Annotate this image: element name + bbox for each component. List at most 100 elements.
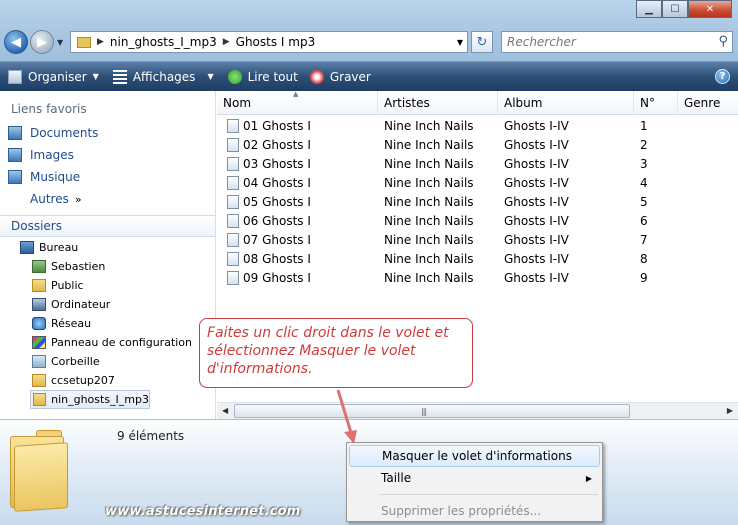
file-row[interactable]: 07 Ghosts I Nine Inch Nails Ghosts I-IV 7 [217, 230, 738, 249]
file-row[interactable]: 03 Ghosts I Nine Inch Nails Ghosts I-IV 3 [217, 154, 738, 173]
file-name-cell[interactable]: 05 Ghosts I [217, 194, 378, 209]
folder-icon [33, 393, 47, 406]
navigation-buttons: ◀ ▶ ▼ [4, 30, 63, 54]
search-icon[interactable]: ⚲ [718, 34, 728, 49]
play-all-button[interactable]: Lire tout [227, 69, 298, 84]
file-name-cell[interactable]: 03 Ghosts I [217, 156, 378, 171]
scroll-left-icon[interactable]: ◀ [222, 406, 228, 415]
tree-item-control-panel[interactable]: Panneau de configuration [0, 333, 215, 352]
context-menu: Masquer le volet d'informations Taille ▶… [346, 442, 603, 522]
address-dropdown-icon[interactable]: ▼ [457, 38, 463, 47]
breadcrumb-item[interactable]: nin_ghosts_I_mp3 [110, 35, 217, 49]
double-chevron-right-icon: » [74, 192, 82, 206]
file-name-cell[interactable]: 07 Ghosts I [217, 232, 378, 247]
tree-item-nin-ghosts-selected[interactable]: nin_ghosts_I_mp3 [30, 390, 150, 409]
grip-icon: ||| [421, 407, 427, 416]
tree-item-label: Public [51, 279, 84, 292]
item-count: 9 éléments [117, 429, 185, 443]
file-row[interactable]: 08 Ghosts I Nine Inch Nails Ghosts I-IV 8 [217, 249, 738, 268]
refresh-button[interactable]: ↻ [471, 31, 493, 53]
file-name-cell[interactable]: 04 Ghosts I [217, 175, 378, 190]
favorite-link-more[interactable]: Autres » [0, 188, 215, 210]
recent-pages-dropdown-icon[interactable]: ▼ [57, 38, 63, 47]
file-name-cell[interactable]: 08 Ghosts I [217, 251, 378, 266]
column-header-album[interactable]: Album [498, 91, 634, 114]
file-row[interactable]: 06 Ghosts I Nine Inch Nails Ghosts I-IV 6 [217, 211, 738, 230]
favorite-link-images[interactable]: Images [0, 144, 215, 166]
forward-button[interactable]: ▶ [30, 30, 54, 54]
site-watermark: www.astucesinternet.com [105, 504, 301, 519]
file-row[interactable]: 05 Ghosts I Nine Inch Nails Ghosts I-IV 5 [217, 192, 738, 211]
menu-item-remove-properties: Supprimer les propriétés... [349, 500, 600, 522]
back-button[interactable]: ◀ [4, 30, 28, 54]
tree-item-public[interactable]: Public [0, 276, 215, 295]
track-number-cell: 1 [640, 118, 648, 133]
scrollbar-thumb[interactable]: ||| [234, 404, 630, 418]
column-header-genre[interactable]: Genre [678, 91, 738, 114]
file-name-cell[interactable]: 01 Ghosts I [217, 118, 378, 133]
file-list: 01 Ghosts I Nine Inch Nails Ghosts I-IV 1 02… [217, 116, 738, 287]
folder-tree: Bureau Sebastien Public Ordinateur Résea… [0, 238, 215, 409]
tree-item-ordinateur[interactable]: Ordinateur [0, 295, 215, 314]
favorite-link-music[interactable]: Musique [0, 166, 215, 188]
callout-arrow-icon [336, 389, 357, 444]
help-icon[interactable]: ? [715, 69, 730, 84]
tree-item-ccsetup207[interactable]: ccsetup207 [0, 371, 215, 390]
menu-item-label: Masquer le volet d'informations [382, 449, 572, 463]
audio-file-icon [227, 118, 239, 133]
favorite-link-documents[interactable]: Documents [0, 122, 215, 144]
tree-item-sebastien[interactable]: Sebastien [0, 257, 215, 276]
organize-button[interactable]: Organiser ▼ [8, 69, 99, 84]
folders-header[interactable]: Dossiers [0, 215, 215, 237]
scroll-right-icon[interactable]: ▶ [727, 406, 733, 415]
audio-file-icon [227, 137, 239, 152]
track-number-cell: 2 [640, 137, 648, 152]
maximize-button[interactable]: ☐ [662, 0, 688, 18]
navigation-pane: Liens favoris Documents Images Musique A… [0, 91, 216, 419]
file-name-cell[interactable]: 02 Ghosts I [217, 137, 378, 152]
column-label: Genre [684, 95, 721, 110]
column-header-track-number[interactable]: N° [634, 91, 678, 114]
track-number-cell: 6 [640, 213, 648, 228]
file-row[interactable]: 09 Ghosts I Nine Inch Nails Ghosts I-IV 9 [217, 268, 738, 287]
tree-item-label: ccsetup207 [51, 374, 115, 387]
breadcrumb-separator-icon[interactable]: ▶ [97, 37, 104, 47]
column-header-name[interactable]: ▲ Nom [217, 90, 378, 114]
organize-label: Organiser [28, 69, 87, 84]
search-input[interactable]: Rechercher ⚲ [501, 31, 733, 53]
horizontal-scrollbar[interactable]: ◀ ||| ▶ [217, 402, 738, 419]
file-row[interactable]: 02 Ghosts I Nine Inch Nails Ghosts I-IV 2 [217, 135, 738, 154]
play-icon [227, 69, 242, 84]
file-name-cell[interactable]: 09 Ghosts I [217, 270, 378, 285]
tree-item-reseau[interactable]: Réseau [0, 314, 215, 333]
breadcrumb-item[interactable]: Ghosts I mp3 [236, 35, 316, 49]
tree-item-label: nin_ghosts_I_mp3 [51, 393, 149, 406]
file-name: 05 Ghosts I [243, 194, 311, 209]
file-name-cell[interactable]: 06 Ghosts I [217, 213, 378, 228]
audio-file-icon [227, 194, 239, 209]
views-button[interactable]: Affichages ▼ [112, 69, 214, 84]
track-number-cell: 4 [640, 175, 648, 190]
tree-item-bureau[interactable]: Bureau [0, 238, 215, 257]
menu-item-hide-details-pane[interactable]: Masquer le volet d'informations [349, 445, 600, 467]
address-bar[interactable]: ▶ nin_ghosts_I_mp3 ▶ Ghosts I mp3 ▼ [70, 31, 468, 53]
album-cell: Ghosts I-IV [504, 232, 569, 247]
music-icon [8, 170, 22, 184]
file-row[interactable]: 04 Ghosts I Nine Inch Nails Ghosts I-IV 4 [217, 173, 738, 192]
minimize-button[interactable]: ▁ [636, 0, 662, 18]
audio-file-icon [227, 175, 239, 190]
close-button[interactable]: ✕ [688, 0, 732, 18]
track-number-cell: 8 [640, 251, 648, 266]
menu-item-size[interactable]: Taille ▶ [349, 467, 600, 489]
track-number-cell: 9 [640, 270, 648, 285]
tree-item-corbeille[interactable]: Corbeille [0, 352, 215, 371]
breadcrumb-separator-icon[interactable]: ▶ [223, 37, 230, 47]
column-header-artists[interactable]: Artistes [378, 91, 498, 114]
album-cell: Ghosts I-IV [504, 270, 569, 285]
network-icon [32, 317, 46, 330]
burn-button[interactable]: Graver [309, 69, 371, 84]
file-row[interactable]: 01 Ghosts I Nine Inch Nails Ghosts I-IV 1 [217, 116, 738, 135]
track-number-cell: 3 [640, 156, 648, 171]
window-titlebar: ▁ ☐ ✕ ◀ ▶ ▼ ▶ nin_ghosts_I_mp3 ▶ Ghosts … [0, 0, 738, 62]
submenu-arrow-icon: ▶ [585, 473, 592, 483]
